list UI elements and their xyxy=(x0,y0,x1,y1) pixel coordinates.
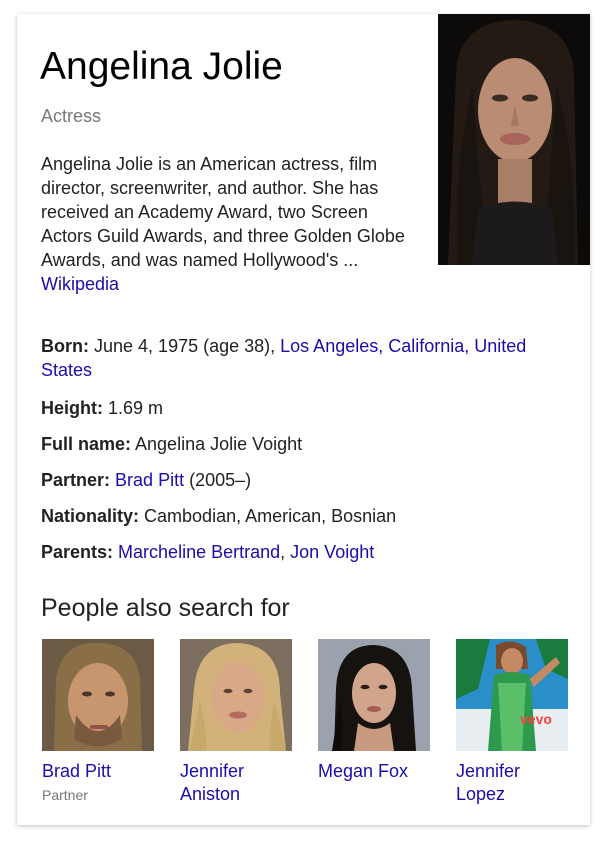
people-also-search-heading: People also search for xyxy=(41,594,290,622)
entity-portrait-image[interactable] xyxy=(438,14,590,265)
person-thumbnail[interactable]: vevo xyxy=(456,639,568,751)
parent-link-2[interactable]: Jon Voight xyxy=(290,542,374,562)
description-text: Angelina Jolie is an American actress, f… xyxy=(41,154,405,270)
wikipedia-link[interactable]: Wikipedia xyxy=(41,274,119,294)
person-thumbnail[interactable] xyxy=(180,639,292,751)
knowledge-panel: Angelina Jolie Actress Angelina Jolie is… xyxy=(17,14,590,825)
fact-value: (2005–) xyxy=(184,470,252,490)
fact-label: Nationality: xyxy=(41,506,140,526)
person-tile-jennifer-lopez[interactable]: vevo Jennifer Lopez xyxy=(456,639,568,806)
fact-value: 1.69 m xyxy=(108,398,164,418)
separator: , xyxy=(280,542,291,562)
person-name-link[interactable]: Brad Pitt xyxy=(42,761,111,781)
fact-value: June 4, 1975 (age 38), xyxy=(94,336,281,356)
fact-label: Born: xyxy=(41,336,89,356)
person-name-link[interactable]: Jennifer Lopez xyxy=(456,761,520,804)
parent-link-1[interactable]: Marcheline Bertrand xyxy=(118,542,280,562)
person-relation: Partner xyxy=(42,787,88,803)
person-name-link[interactable]: Jennifer Aniston xyxy=(180,761,244,804)
person-thumbnail[interactable] xyxy=(42,639,154,751)
vevo-badge: vevo xyxy=(520,711,552,727)
person-tile-megan-fox[interactable]: Megan Fox xyxy=(318,639,430,783)
entity-title: Angelina Jolie xyxy=(40,45,283,88)
fact-parents: Parents: Marcheline Bertrand, Jon Voight xyxy=(41,540,561,564)
fact-born: Born: June 4, 1975 (age 38), Los Angeles… xyxy=(41,334,561,382)
person-tile-brad-pitt[interactable]: Brad Pitt Partner xyxy=(42,639,154,803)
fact-value: Cambodian, American, Bosnian xyxy=(144,506,397,526)
entity-description: Angelina Jolie is an American actress, f… xyxy=(41,152,421,296)
fact-value: Angelina Jolie Voight xyxy=(135,434,303,454)
fact-label: Partner: xyxy=(41,470,111,490)
fact-label: Full name: xyxy=(41,434,132,454)
partner-link[interactable]: Brad Pitt xyxy=(115,470,184,490)
entity-type: Actress xyxy=(41,106,102,126)
person-thumbnail[interactable] xyxy=(318,639,430,751)
fact-label: Parents: xyxy=(41,542,114,562)
fact-full-name: Full name: Angelina Jolie Voight xyxy=(41,432,561,456)
fact-partner: Partner: Brad Pitt (2005–) xyxy=(41,468,561,492)
fact-label: Height: xyxy=(41,398,103,418)
person-name-link[interactable]: Megan Fox xyxy=(318,761,408,781)
fact-nationality: Nationality: Cambodian, American, Bosnia… xyxy=(41,504,561,528)
fact-height: Height: 1.69 m xyxy=(41,396,561,420)
person-tile-jennifer-aniston[interactable]: Jennifer Aniston xyxy=(180,639,292,806)
